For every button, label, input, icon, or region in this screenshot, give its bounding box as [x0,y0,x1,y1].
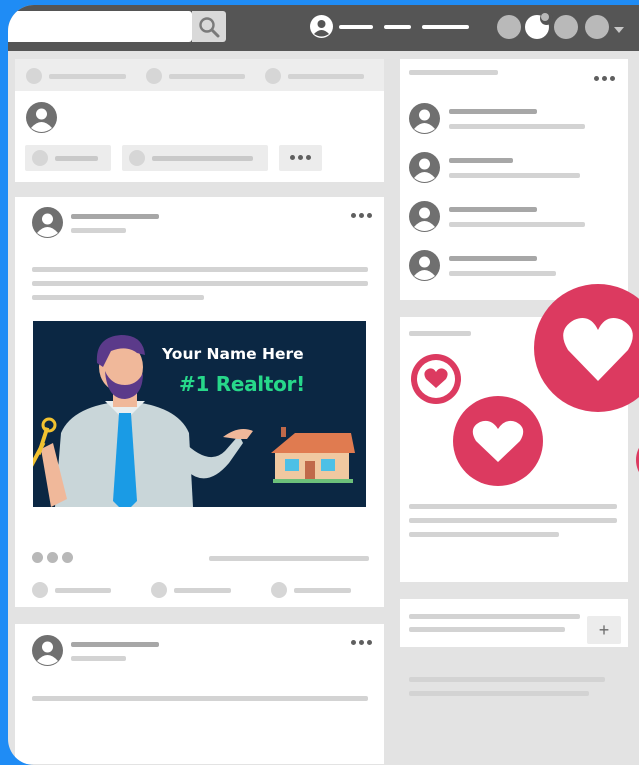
heart-icon [411,354,461,404]
heart-icon [453,396,543,486]
heart-icon [534,284,639,412]
floating-hearts [411,284,639,486]
